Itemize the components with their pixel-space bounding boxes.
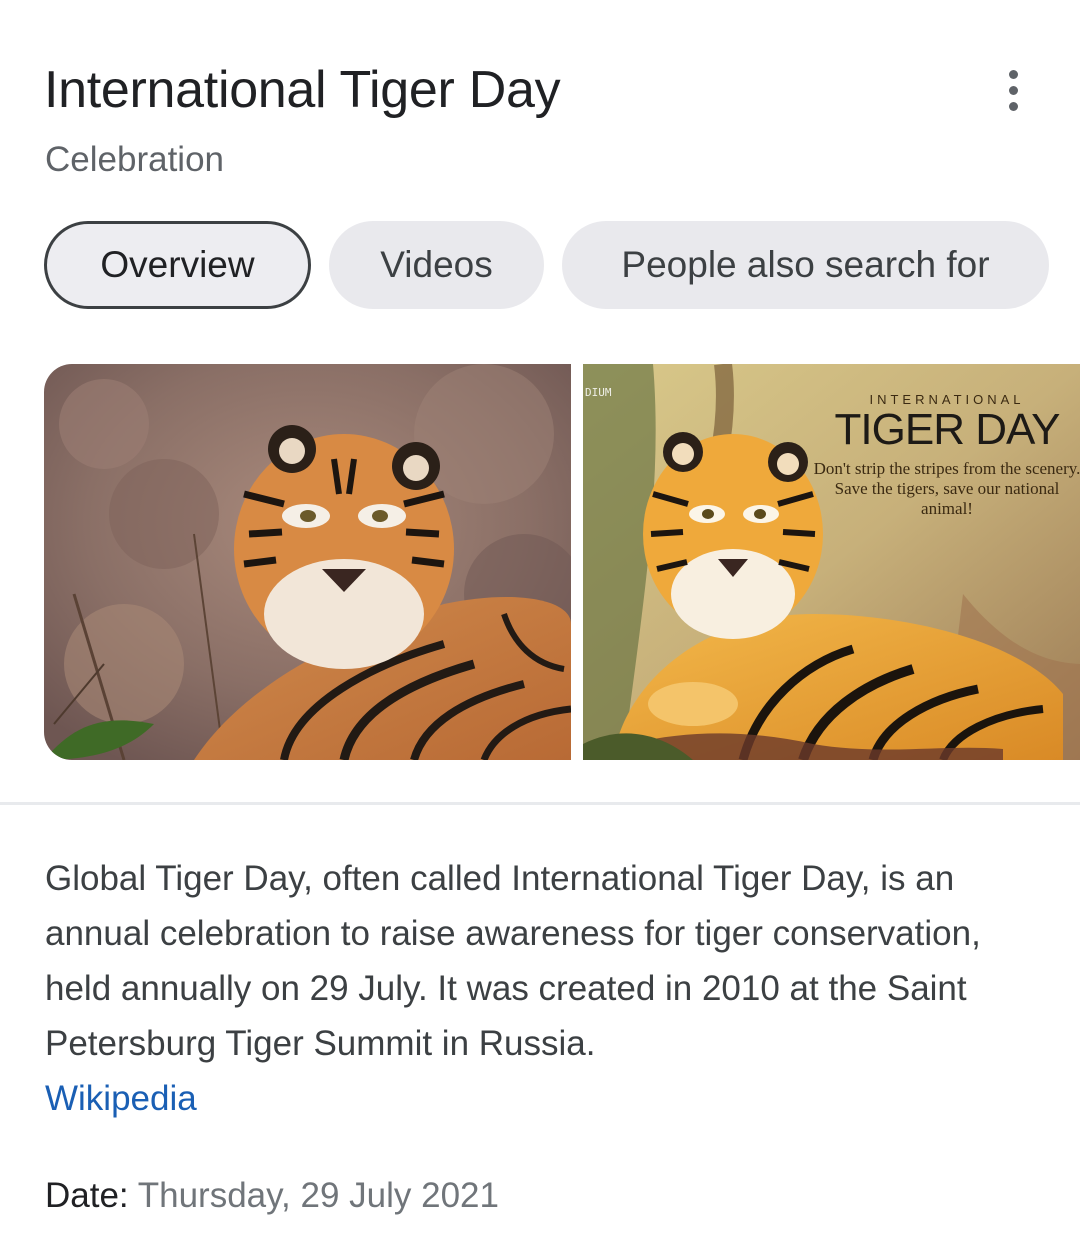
tiger-photo-art <box>44 364 571 760</box>
tab-videos[interactable]: Videos <box>329 221 544 309</box>
tab-bar: Overview Videos People also search for <box>44 221 1049 309</box>
poster-tagline: Don't strip the stripes from the scenery… <box>813 459 1080 518</box>
more-vert-icon <box>1008 69 1018 79</box>
section-divider <box>0 802 1080 805</box>
date-value: Thursday, 29 July 2021 <box>137 1176 499 1215</box>
wikipedia-source-link[interactable]: Wikipedia <box>45 1079 197 1118</box>
more-vert-icon-dot <box>1008 101 1018 111</box>
tiger-photo[interactable] <box>44 364 571 760</box>
tab-overview[interactable]: Overview <box>44 221 311 309</box>
more-vert-icon-dot <box>1008 85 1018 95</box>
date-label: Date: <box>45 1176 129 1215</box>
entity-type-label: Celebration <box>45 140 224 179</box>
description-block: Global Tiger Day, often called Internati… <box>45 851 1045 1126</box>
page-title: International Tiger Day <box>44 61 561 119</box>
description-text: Global Tiger Day, often called Internati… <box>45 859 981 1063</box>
poster-title-block: INTERNATIONAL TIGER DAY Don't strip the … <box>813 392 1080 519</box>
tab-people-also-search-for[interactable]: People also search for <box>562 221 1049 309</box>
poster-big-title: TIGER DAY <box>834 405 1061 454</box>
date-fact-row: Date: Thursday, 29 July 2021 <box>45 1172 499 1220</box>
image-carousel[interactable]: DIUM INTERNATIONAL TIGER DAY Don't strip… <box>44 364 1080 760</box>
tiger-day-poster[interactable]: DIUM INTERNATIONAL TIGER DAY Don't strip… <box>583 364 1080 760</box>
poster-corner-text: DIUM <box>585 386 612 399</box>
more-options-button[interactable] <box>990 64 1036 116</box>
